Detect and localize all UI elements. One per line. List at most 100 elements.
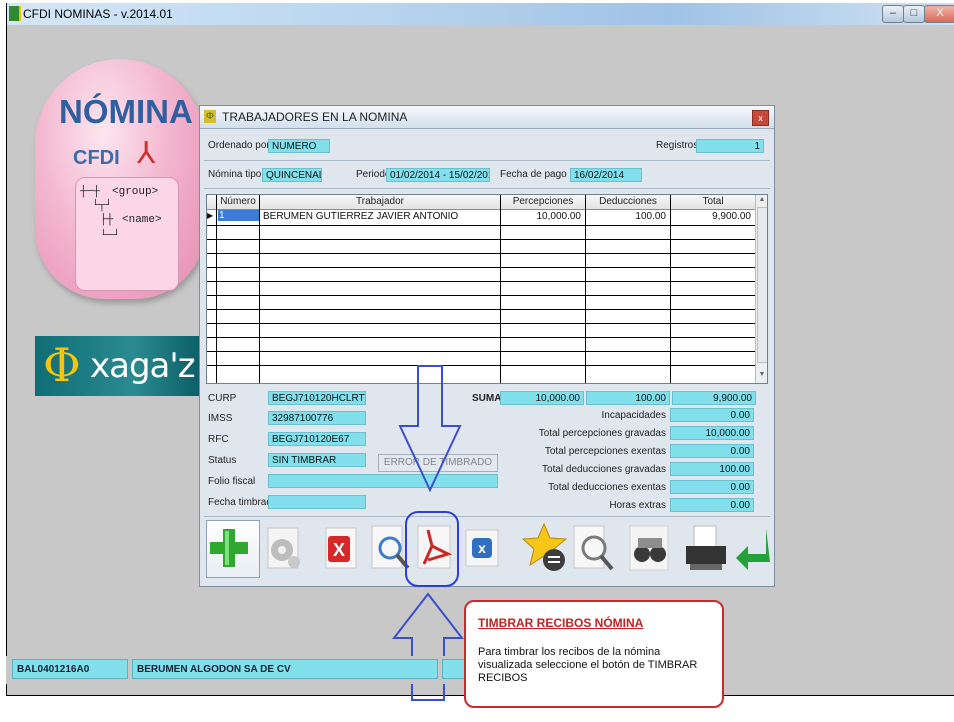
workers-table[interactable]: Número Trabajador Percepciones Deduccion… <box>206 194 768 384</box>
grid-line <box>207 295 755 296</box>
percepciones-gravadas-label: Total percepciones gravadas <box>538 428 666 439</box>
column-header-total[interactable]: Total <box>671 196 755 207</box>
dialog-icon: Φ <box>204 110 216 123</box>
column-header-numero[interactable]: Número <box>217 196 259 207</box>
app-icon <box>9 6 21 21</box>
scroll-thumb[interactable] <box>757 207 767 363</box>
percepciones-exentas-label: Total percepciones exentas <box>544 446 666 457</box>
deducciones-exentas-label: Total deducciones exentas <box>548 482 666 493</box>
dialog-close-button[interactable]: x <box>752 110 769 126</box>
settings-button[interactable] <box>258 520 310 576</box>
separator <box>204 160 770 161</box>
window-title: CFDI NOMINAS - v.2014.01 <box>23 7 173 21</box>
rfc-field[interactable]: BEGJ710120E67 <box>268 432 366 446</box>
exit-arrow-icon <box>736 528 770 570</box>
brand-name: xaga'z <box>90 346 196 386</box>
table-header: Número Trabajador Percepciones Deduccion… <box>207 195 755 210</box>
annotation-arrow-down-icon <box>398 365 462 493</box>
grid-line <box>259 195 260 383</box>
grid-line <box>207 281 755 282</box>
deducciones-gravadas-field: 100.00 <box>670 462 754 476</box>
ordered-by-field[interactable]: NUMERO <box>268 139 330 153</box>
close-window-button[interactable]: X <box>924 5 954 23</box>
horas-extras-label: Horas extras <box>609 500 666 511</box>
curp-field[interactable]: BEGJ710120HCLRTV09 <box>268 391 366 405</box>
exit-button[interactable] <box>734 520 770 576</box>
grid-line <box>207 267 755 268</box>
print-button[interactable] <box>680 520 732 576</box>
rfc-label: RFC <box>208 434 229 445</box>
favorite-list-icon <box>521 522 568 571</box>
fecha-timbrado-field[interactable] <box>268 495 366 509</box>
scroll-up-icon[interactable]: ▲ <box>757 196 767 206</box>
payroll-type-label: Nómina tipo <box>208 169 262 180</box>
search-document-icon <box>573 525 614 571</box>
imss-field[interactable]: 32987100776 <box>268 411 366 425</box>
phi-icon: Φ <box>43 338 81 392</box>
delete-button[interactable]: X <box>314 520 366 576</box>
pay-date-label: Fecha de pago <box>500 169 567 180</box>
xagaz-logo: Φ xaga'z <box>35 336 199 396</box>
column-header-deducciones[interactable]: Deducciones <box>586 196 670 207</box>
svg-text:x: x <box>478 540 486 556</box>
annotation-arrow-up-icon <box>392 592 464 701</box>
table-scrollbar[interactable]: ▲ ▼ <box>755 195 767 383</box>
records-field: 1 <box>696 139 764 153</box>
cell-numero[interactable]: 1 <box>218 210 259 221</box>
title-bar[interactable]: CFDI NOMINAS - v.2014.01 – □ X <box>7 3 954 25</box>
annotation-callout: TIMBRAR RECIBOS NÓMINA Para timbrar los … <box>464 600 724 708</box>
grid-line <box>207 351 755 352</box>
period-field[interactable]: 01/02/2014 - 15/02/2014 <box>386 168 490 182</box>
dialog-title: TRABAJADORES EN LA NOMINA <box>222 110 408 124</box>
settings-icon <box>267 527 300 569</box>
cancel-icon: x <box>465 529 499 567</box>
pay-date-field[interactable]: 16/02/2014 <box>570 168 642 182</box>
cell-deducciones[interactable]: 100.00 <box>588 211 666 222</box>
column-header-percepciones[interactable]: Percepciones <box>501 196 585 207</box>
svg-text:X: X <box>333 540 345 560</box>
imss-label: IMSS <box>208 413 233 424</box>
percepciones-gravadas-field: 10,000.00 <box>670 426 754 440</box>
add-icon <box>210 529 248 567</box>
folio-label: Folio fiscal <box>208 476 256 487</box>
row-pointer-icon: ▶ <box>207 211 214 220</box>
maximize-button[interactable]: □ <box>903 5 925 23</box>
ordered-by-label: Ordenado por <box>208 140 270 151</box>
cell-total[interactable]: 9,900.00 <box>673 211 751 222</box>
favorites-button[interactable] <box>521 520 574 576</box>
horas-extras-field: 0.00 <box>670 498 754 512</box>
cell-percepciones[interactable]: 10,000.00 <box>503 211 582 222</box>
scroll-down-icon[interactable]: ▼ <box>757 371 767 381</box>
grid-line <box>207 309 755 310</box>
incapacidades-field: 0.00 <box>670 408 754 422</box>
logo-nomina-text: NÓMINA <box>59 93 193 130</box>
highlight-circle-icon <box>405 511 459 587</box>
delete-icon: X <box>325 527 357 569</box>
folio-field[interactable] <box>268 474 498 488</box>
status-company: BERUMEN ALGODON SA DE CV <box>132 659 438 679</box>
payroll-type-field[interactable]: QUINCENAL <box>262 168 322 182</box>
percepciones-exentas-field: 0.00 <box>670 444 754 458</box>
search-document-button[interactable] <box>568 520 620 576</box>
grid-line <box>500 195 501 383</box>
curp-label: CURP <box>208 393 237 404</box>
deducciones-gravadas-label: Total deducciones gravadas <box>542 464 666 475</box>
column-header-trabajador[interactable]: Trabajador <box>260 196 500 207</box>
cancel-button[interactable]: x <box>458 520 510 576</box>
cell-trabajador[interactable]: BERUMEN GUTIERREZ JAVIER ANTONIO <box>263 211 458 222</box>
status-rfc: BAL0401216A0 <box>12 659 128 679</box>
callout-title: TIMBRAR RECIBOS NÓMINA <box>478 616 644 630</box>
deducciones-exentas-field: 0.00 <box>670 480 754 494</box>
grid-line <box>216 195 217 383</box>
print-icon <box>686 525 726 570</box>
add-button[interactable] <box>206 520 260 578</box>
dialog-title-bar[interactable]: Φ TRABAJADORES EN LA NOMINA x <box>200 106 774 129</box>
records-label: Registros <box>656 140 699 151</box>
toolbar: X x <box>204 516 770 580</box>
minimize-button[interactable]: – <box>882 5 904 23</box>
nomina-logo: NÓMINA CFDI ⅄ ┼─┼ <group> └┬┘ ├┼ <name> … <box>35 59 207 301</box>
grid-line <box>207 337 755 338</box>
grid-line <box>207 253 755 254</box>
binoculars-button[interactable] <box>624 520 676 576</box>
incapacidades-label: Incapacidades <box>601 410 667 421</box>
